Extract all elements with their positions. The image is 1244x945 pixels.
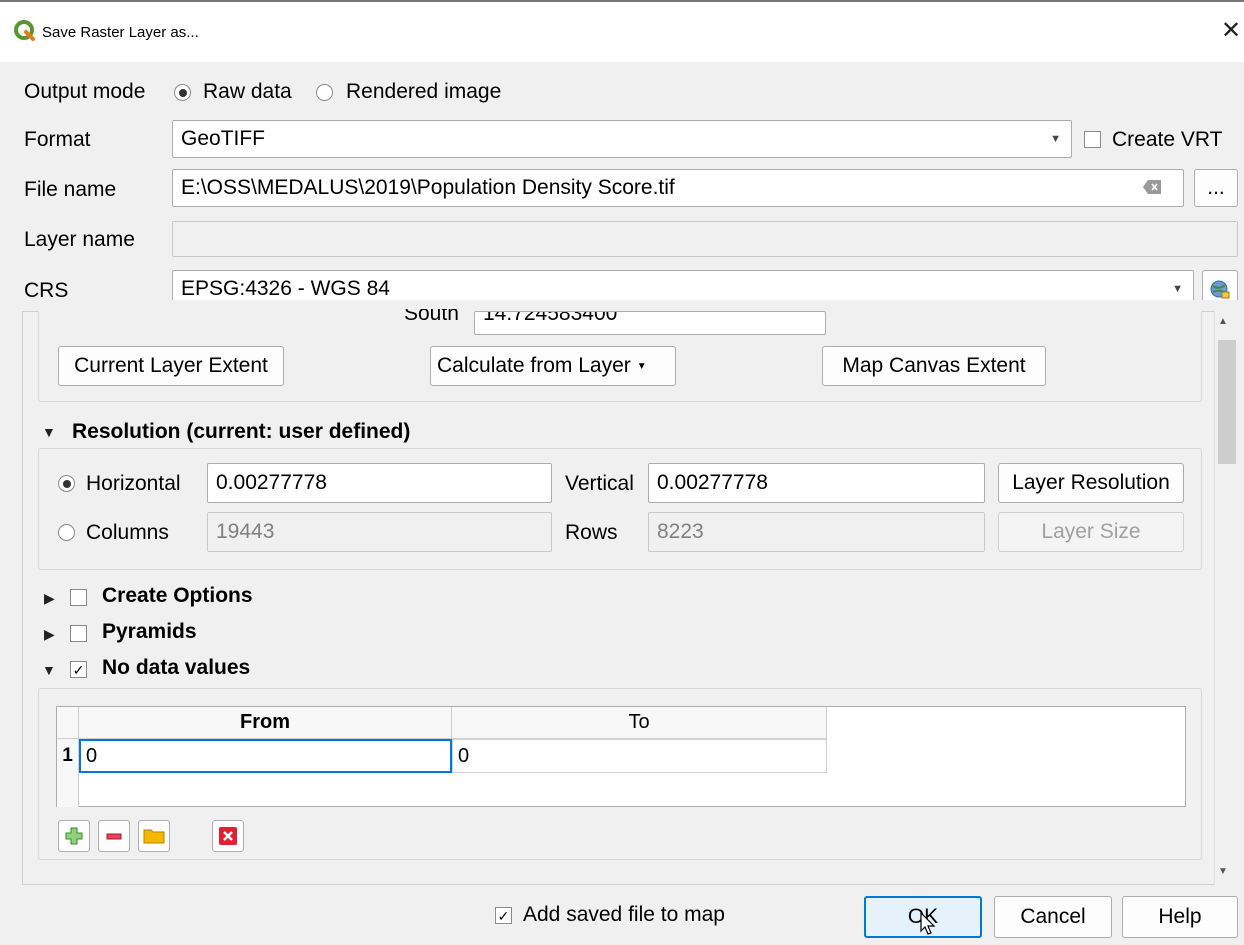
rows-input[interactable]: 8223	[648, 512, 985, 552]
row-header[interactable]: 1	[57, 739, 79, 773]
raw-data-label[interactable]: Raw data	[203, 80, 292, 104]
horizontal-label[interactable]: Horizontal	[86, 472, 181, 496]
map-canvas-extent-button[interactable]: Map Canvas Extent	[822, 346, 1046, 386]
chevron-down-icon: ▼	[1050, 133, 1061, 145]
rendered-image-radio[interactable]	[316, 84, 333, 101]
expand-triangle-icon[interactable]: ▶	[44, 590, 55, 607]
scroll-clip	[0, 300, 1244, 311]
columns-label[interactable]: Columns	[86, 521, 169, 545]
vertical-label: Vertical	[565, 472, 634, 495]
from-cell[interactable]: 0	[79, 739, 452, 773]
south-value: 14.724583400	[483, 311, 618, 325]
folder-icon	[143, 829, 165, 844]
expand-triangle-icon[interactable]: ▶	[44, 626, 55, 643]
raw-data-radio[interactable]	[174, 84, 191, 101]
current-layer-extent-button[interactable]: Current Layer Extent	[58, 346, 284, 386]
scroll-up-icon[interactable]: ▲	[1218, 316, 1228, 327]
output-mode-label: Output mode	[24, 80, 146, 103]
resolution-title[interactable]: Resolution (current: user defined)	[72, 420, 410, 444]
add-to-map-checkbox[interactable]: ✓	[495, 907, 512, 924]
nodata-title[interactable]: No data values	[102, 656, 250, 680]
load-values-button[interactable]	[138, 820, 170, 852]
minus-icon	[106, 833, 122, 840]
close-icon[interactable]: ✕	[1218, 16, 1244, 46]
window-title: Save Raster Layer as...	[42, 24, 199, 41]
pyramids-checkbox[interactable]	[70, 625, 87, 642]
south-label: South	[404, 309, 459, 323]
layer-name-label: Layer name	[24, 228, 135, 251]
create-options-checkbox[interactable]	[70, 589, 87, 606]
row-header-empty	[57, 773, 79, 807]
vertical-input[interactable]: 0.00277778	[648, 463, 985, 503]
columns-input[interactable]: 19443	[207, 512, 552, 552]
scroll-down-icon[interactable]: ▼	[1218, 866, 1228, 877]
layer-size-button[interactable]: Layer Size	[998, 512, 1184, 552]
layer-name-input[interactable]	[172, 221, 1238, 257]
chevron-down-icon: ▼	[636, 360, 647, 372]
crs-value: EPSG:4326 - WGS 84	[181, 277, 390, 300]
scrollbar-thumb[interactable]	[1218, 340, 1236, 464]
create-options-title[interactable]: Create Options	[102, 584, 253, 608]
calculate-from-layer-button[interactable]: Calculate from Layer ▼	[430, 346, 676, 386]
to-cell[interactable]: 0	[452, 739, 827, 773]
file-name-label: File name	[24, 178, 117, 201]
mouse-cursor-icon	[920, 912, 936, 935]
qgis-logo-icon	[14, 20, 35, 41]
nodata-checkbox[interactable]: ✓	[70, 661, 87, 678]
collapse-triangle-icon[interactable]: ▼	[42, 662, 56, 678]
format-value: GeoTIFF	[181, 127, 266, 150]
calculate-from-layer-label: Calculate from Layer	[437, 354, 631, 377]
column-header-from[interactable]: From	[79, 707, 452, 739]
columns-radio[interactable]	[58, 524, 75, 541]
format-combobox[interactable]: GeoTIFF ▼	[172, 120, 1072, 158]
remove-row-button[interactable]	[98, 820, 130, 852]
column-header-to[interactable]: To	[452, 707, 827, 739]
file-name-input[interactable]: E:\OSS\MEDALUS\2019\Population Density S…	[172, 169, 1184, 207]
horizontal-radio[interactable]	[58, 475, 75, 492]
help-button[interactable]: Help	[1122, 896, 1238, 938]
clear-all-button[interactable]	[212, 820, 244, 852]
globe-icon	[1210, 280, 1230, 299]
south-input[interactable]: 14.724583400	[474, 311, 826, 335]
clear-field-icon[interactable]	[1143, 180, 1161, 194]
format-label: Format	[24, 128, 91, 151]
nodata-table: From To 1 0 0	[56, 706, 1186, 807]
rows-label: Rows	[565, 521, 618, 544]
collapse-triangle-icon[interactable]: ▼	[42, 424, 56, 440]
create-vrt-checkbox[interactable]	[1084, 131, 1101, 148]
add-to-map-label[interactable]: Add saved file to map	[523, 903, 725, 927]
cancel-button[interactable]: Cancel	[994, 896, 1112, 938]
chevron-down-icon: ▼	[1172, 283, 1183, 295]
layer-resolution-button[interactable]: Layer Resolution	[998, 463, 1184, 503]
browse-button[interactable]: ...	[1194, 169, 1238, 207]
plus-icon	[65, 827, 83, 845]
table-corner	[57, 707, 79, 739]
delete-icon	[219, 827, 237, 845]
horizontal-input[interactable]: 0.00277778	[207, 463, 552, 503]
pyramids-title[interactable]: Pyramids	[102, 620, 197, 644]
create-vrt-label[interactable]: Create VRT	[1112, 128, 1223, 152]
add-row-button[interactable]	[58, 820, 90, 852]
file-name-value: E:\OSS\MEDALUS\2019\Population Density S…	[181, 176, 675, 199]
rendered-image-label[interactable]: Rendered image	[346, 80, 501, 104]
